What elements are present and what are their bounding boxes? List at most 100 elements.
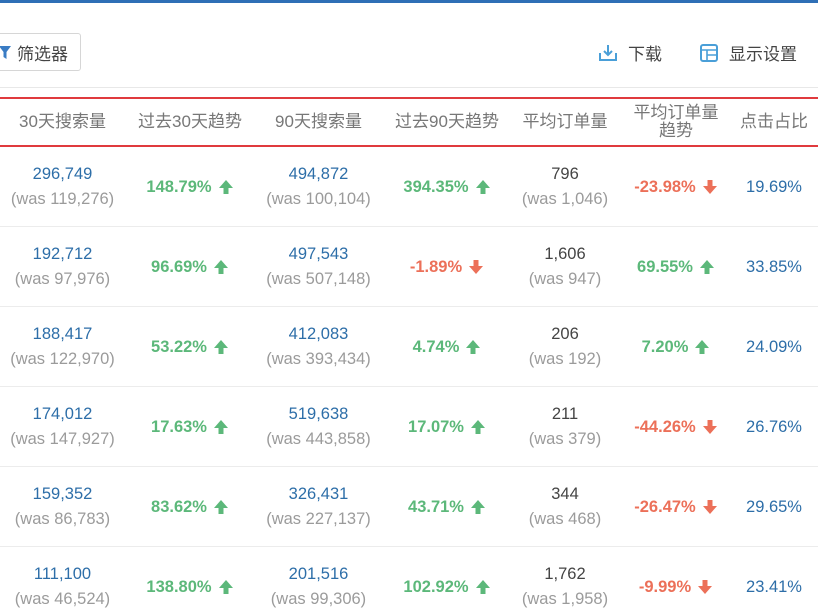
avg-orders-trend-cell: 69.55% — [620, 227, 732, 307]
trend-90d-text: -1.89% — [409, 257, 463, 276]
avg-orders-trend-cell: -44.26% — [620, 387, 732, 467]
trend-90d-value: 394.35% — [403, 178, 490, 197]
avg-orders-value: 344 — [551, 485, 579, 503]
avg-orders-trend-cell: -9.99% — [620, 547, 732, 614]
display-settings-label: 显示设置 — [729, 45, 797, 64]
table-header: 30天搜索量 过去30天趋势 90天搜索量 过去90天趋势 平均订单量 平均订单… — [0, 97, 818, 147]
arrow-up-icon — [218, 579, 234, 595]
download-label: 下载 — [628, 45, 662, 64]
trend-90d-text: 4.74% — [412, 337, 460, 356]
click-share-cell: 24.09% — [732, 307, 816, 387]
trend-90d-text: 394.35% — [403, 177, 469, 196]
avg-orders-previous: (was 192) — [528, 350, 602, 368]
avg-orders-trend-cell: -23.98% — [620, 147, 732, 227]
avg-orders-trend-value: -26.47% — [634, 498, 717, 517]
search-30d-cell: 192,712 (was 97,976) — [0, 227, 125, 307]
download-button[interactable]: 下载 — [598, 40, 662, 65]
avg-orders-previous: (was 947) — [528, 270, 602, 288]
toolbar: 筛选器 下载 显示设置 — [0, 3, 818, 87]
trend-30d-text: 96.69% — [151, 257, 207, 276]
avg-orders-trend-text: -26.47% — [634, 497, 696, 516]
table-row: 296,749 (was 119,276) 148.79% 494,872 (w… — [0, 147, 818, 227]
search-90d-value[interactable]: 519,638 — [289, 402, 349, 427]
arrow-up-icon — [470, 499, 486, 515]
click-share-value: 29.65% — [746, 497, 802, 516]
avg-orders-value: 1,762 — [544, 565, 586, 583]
search-90d-value[interactable]: 497,543 — [289, 242, 349, 267]
filter-button[interactable]: 筛选器 — [0, 33, 81, 71]
search-90d-value[interactable]: 201,516 — [289, 562, 349, 587]
avg-orders-value: 796 — [551, 165, 579, 183]
avg-orders-value: 211 — [551, 405, 579, 423]
trend-90d-text: 17.07% — [408, 417, 464, 436]
search-30d-previous: (was 147,927) — [10, 430, 115, 448]
avg-orders-cell: 211 (was 379) — [510, 387, 620, 467]
trend-30d-value: 53.22% — [151, 338, 229, 357]
arrow-down-icon — [468, 259, 484, 275]
avg-orders-trend-value: -9.99% — [639, 578, 713, 597]
trend-90d-cell: 4.74% — [384, 307, 510, 387]
column-header-trend-90d[interactable]: 过去90天趋势 — [384, 99, 510, 145]
search-30d-value[interactable]: 159,352 — [33, 482, 93, 507]
arrow-up-icon — [475, 179, 491, 195]
search-90d-cell: 412,083 (was 393,434) — [255, 307, 382, 387]
search-90d-value[interactable]: 412,083 — [289, 322, 349, 347]
click-share-cell: 33.85% — [732, 227, 816, 307]
search-30d-value[interactable]: 111,100 — [34, 562, 91, 587]
table-row: 111,100 (was 46,524) 138.80% 201,516 (wa… — [0, 547, 818, 614]
click-share-cell: 29.65% — [732, 467, 816, 547]
search-90d-value[interactable]: 326,431 — [289, 482, 349, 507]
avg-orders-trend-text: 69.55% — [637, 257, 693, 276]
column-header-trend-30d[interactable]: 过去30天趋势 — [127, 99, 253, 145]
search-30d-value[interactable]: 192,712 — [33, 242, 93, 267]
trend-30d-value: 83.62% — [151, 498, 229, 517]
trend-30d-cell: 83.62% — [127, 467, 253, 547]
column-header-avg-orders[interactable]: 平均订单量 — [510, 99, 620, 145]
trend-30d-value: 148.79% — [146, 178, 233, 197]
arrow-up-icon — [694, 339, 710, 355]
search-30d-value[interactable]: 296,749 — [33, 162, 93, 187]
arrow-up-icon — [213, 339, 229, 355]
avg-orders-trend-cell: 7.20% — [620, 307, 732, 387]
click-share-cell: 26.76% — [732, 387, 816, 467]
trend-90d-cell: 394.35% — [384, 147, 510, 227]
avg-orders-trend-value: -44.26% — [634, 418, 717, 437]
avg-orders-trend-text: -9.99% — [638, 577, 692, 596]
table-row: 188,417 (was 122,970) 53.22% 412,083 (wa… — [0, 307, 818, 387]
arrow-down-icon — [702, 179, 718, 195]
table-row: 192,712 (was 97,976) 96.69% 497,543 (was… — [0, 227, 818, 307]
click-share-value: 23.41% — [746, 577, 802, 596]
arrow-up-icon — [213, 499, 229, 515]
column-header-search-30d[interactable]: 30天搜索量 — [0, 99, 125, 145]
display-settings-button[interactable]: 显示设置 — [699, 40, 797, 65]
avg-orders-trend-text: 7.20% — [641, 337, 689, 356]
search-30d-value[interactable]: 188,417 — [33, 322, 93, 347]
trend-30d-value: 96.69% — [151, 258, 229, 277]
avg-orders-trend-text: -44.26% — [634, 417, 696, 436]
arrow-up-icon — [218, 179, 234, 195]
trend-30d-cell: 138.80% — [127, 547, 253, 614]
search-30d-value[interactable]: 174,012 — [33, 402, 93, 427]
search-90d-cell: 494,872 (was 100,104) — [255, 147, 382, 227]
click-share-cell: 19.69% — [732, 147, 816, 227]
column-header-search-90d[interactable]: 90天搜索量 — [255, 99, 382, 145]
click-share-value: 19.69% — [746, 177, 802, 196]
column-header-click-share[interactable]: 点击占比 — [732, 99, 816, 145]
trend-30d-text: 138.80% — [146, 577, 212, 596]
avg-orders-cell: 344 (was 468) — [510, 467, 620, 547]
search-90d-value[interactable]: 494,872 — [289, 162, 349, 187]
arrow-up-icon — [213, 259, 229, 275]
arrow-down-icon — [702, 499, 718, 515]
search-30d-previous: (was 119,276) — [10, 190, 115, 208]
column-header-avg-orders-trend[interactable]: 平均订单量趋势 — [631, 99, 721, 145]
search-90d-previous: (was 99,306) — [270, 590, 367, 608]
trend-30d-text: 83.62% — [151, 497, 207, 516]
avg-orders-value: 206 — [551, 325, 579, 343]
trend-30d-text: 17.63% — [151, 417, 207, 436]
arrow-up-icon — [699, 259, 715, 275]
search-30d-cell: 296,749 (was 119,276) — [0, 147, 125, 227]
avg-orders-previous: (was 1,958) — [521, 590, 609, 608]
search-30d-previous: (was 97,976) — [14, 270, 111, 288]
avg-orders-trend-value: 69.55% — [637, 258, 715, 277]
trend-30d-cell: 53.22% — [127, 307, 253, 387]
